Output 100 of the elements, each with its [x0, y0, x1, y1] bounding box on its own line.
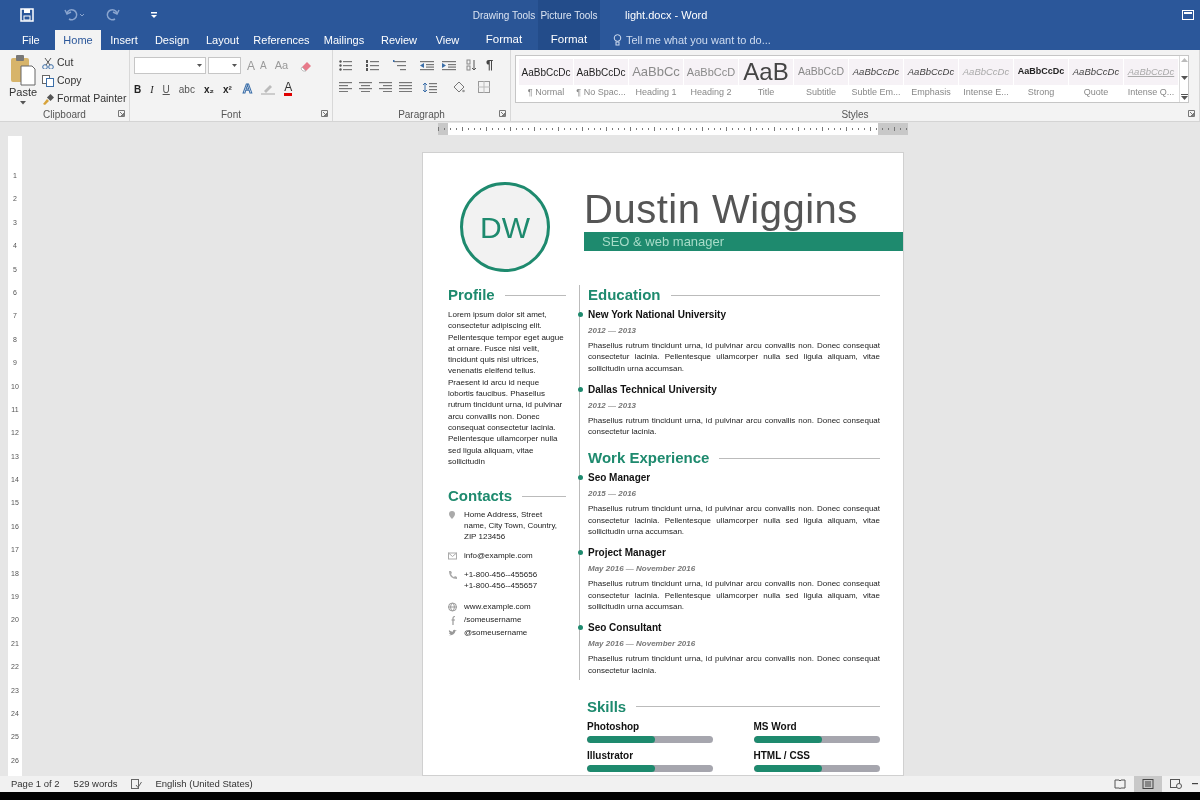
customize-toolbar-icon[interactable]: [150, 10, 158, 20]
caret-icon: [197, 64, 202, 67]
entry-description: Phasellus rutrum tincidunt urna, id pulvinar arcu convallis non. Donec consequat consectetur lacinia. Pellentesque ullamcorper nulla sed ligula aliquam, vitae sollicitudin urna accumsan.: [588, 340, 880, 374]
font-size-field[interactable]: [208, 57, 241, 74]
ribbon-tab[interactable]: View: [425, 30, 470, 50]
paint-bucket-icon[interactable]: [452, 81, 465, 93]
ribbon-tab[interactable]: Review: [373, 30, 425, 50]
ribbon-tab[interactable]: Design: [147, 30, 197, 50]
dialog-launcher-icon[interactable]: [118, 110, 125, 117]
section-heading: Profile: [448, 286, 495, 304]
ribbon-tab[interactable]: Format: [470, 30, 538, 50]
web-layout-icon[interactable]: [1170, 779, 1182, 789]
paintbrush-icon: [42, 92, 54, 105]
dialog-launcher-icon[interactable]: [1188, 110, 1195, 117]
contextual-group-label: Picture Tools: [539, 8, 599, 23]
ribbon-display-options-icon[interactable]: [1182, 10, 1194, 20]
section-heading: Skills: [587, 697, 627, 716]
word-count[interactable]: 529 words: [73, 776, 118, 792]
clipboard-command[interactable]: Copy: [42, 72, 127, 89]
numbered-list-icon[interactable]: [366, 59, 379, 71]
font-name-field[interactable]: [134, 57, 206, 74]
redo-icon[interactable]: [106, 8, 120, 22]
proofing-icon[interactable]: [131, 779, 143, 789]
undo-icon[interactable]: [64, 8, 86, 22]
section-heading: Work Experience: [588, 449, 710, 468]
align-right-icon[interactable]: [379, 82, 392, 92]
entry-description: Phasellus rutrum tincidunt urna, id pulvinar arcu convallis non. Donec consequat consectetur lacinia.: [588, 653, 880, 676]
print-layout-button[interactable]: [1134, 776, 1162, 792]
entry-title: Project Manager: [588, 546, 667, 560]
ribbon-tab[interactable]: Home: [55, 30, 101, 50]
caret-icon: [20, 101, 26, 105]
style-preview: AaBbCcDc: [962, 64, 1010, 79]
borders-icon[interactable]: [478, 81, 490, 93]
globe-icon: [448, 602, 458, 613]
format-button[interactable]: U: [162, 81, 170, 97]
paste-button[interactable]: Paste: [0, 50, 42, 107]
skill-name: MS Word: [753, 719, 798, 733]
justify-icon[interactable]: [399, 82, 412, 92]
sort-icon[interactable]: [466, 59, 478, 71]
dialog-launcher-icon[interactable]: [499, 110, 506, 117]
contact-text: www.example.com: [464, 601, 531, 613]
role-text: SEO & web manager: [602, 232, 725, 251]
window-title: light.docx - Word: [625, 7, 708, 23]
profile-text: Lorem ipsum dolor sit amet, consectetur adipiscing elit. Pellentesque tempor eget augue at ornare. Fusce nisi velit, tincidunt quis nisi ultrices, venenatis eleifend tellus. Praesent id arcu id neque lobortis faucibus. Phasellus rutrum tincidunt urna, id pulvinar arcu convallis non. Donec consequat consectetur lacinia. Pellentesque ullamcorper nulla sed ligula aliquam, vitae sollicitudin: [448, 309, 565, 468]
style-preview: AaBbCcDc: [521, 65, 571, 80]
style-preview: AaBbCcDc: [1017, 65, 1065, 79]
format-button[interactable]: x₂: [203, 81, 214, 97]
entry-description: Phasellus rutrum tincidunt urna, id pulvinar arcu convallis non. Donec consequat consectetur lacinia. Pellentesque ullamcorper nulla sed ligula aliquam, vitae sollicitudin urna accumsan.: [588, 578, 880, 613]
save-icon[interactable]: [20, 8, 34, 22]
eraser-icon[interactable]: [300, 59, 313, 72]
caret-icon: [232, 64, 237, 67]
multilevel-list-icon[interactable]: [393, 59, 406, 71]
increase-indent-icon[interactable]: [442, 59, 456, 71]
read-mode-icon[interactable]: [1114, 779, 1126, 789]
person-name: Dustin Wiggins: [584, 187, 859, 231]
ribbon-tab[interactable]: File: [0, 30, 55, 50]
tell-me-field[interactable]: Tell me what you want to do...: [613, 30, 1200, 50]
font-color-button[interactable]: A: [284, 82, 293, 96]
decrease-indent-icon[interactable]: [420, 59, 434, 71]
contact-text: info@example.com: [464, 550, 533, 562]
group-label: Font: [221, 107, 241, 122]
skill-name: Illustrator: [587, 748, 635, 762]
ribbon-tab[interactable]: References: [248, 30, 315, 50]
scroll-down-icon[interactable]: [1180, 76, 1188, 80]
format-button[interactable]: B: [134, 81, 142, 97]
show-formatting-marks-button[interactable]: ¶: [486, 55, 494, 75]
entry-title: Seo Manager: [588, 471, 652, 485]
entry-description: Phasellus rutrum tincidunt urna, id pulvinar arcu convallis non. Donec consequat consectetur lacinia.: [588, 414, 880, 438]
align-left-icon[interactable]: [339, 82, 352, 92]
format-button[interactable]: I: [150, 81, 154, 97]
clipboard-command[interactable]: Format Painter: [42, 90, 127, 107]
style-preview: AaBbCcDc: [852, 64, 900, 79]
style-preview: AaBbCcDc: [576, 65, 626, 80]
line-spacing-icon[interactable]: [423, 81, 437, 93]
language-indicator[interactable]: English (United States): [155, 776, 253, 792]
entry-dates: May 2016 — November 2016: [588, 564, 697, 575]
section-heading: Education: [588, 286, 661, 304]
style-preview: AaBbCcD: [797, 64, 845, 80]
dialog-launcher-icon[interactable]: [321, 110, 328, 117]
pin-icon: [448, 510, 458, 521]
contextual-group-label: Drawing Tools: [471, 8, 537, 23]
ribbon-tab[interactable]: Mailings: [315, 30, 373, 50]
style-preview: AaBbCcDc: [1127, 64, 1175, 79]
skill-name: HTML / CSS: [753, 748, 811, 762]
format-button[interactable]: abc: [178, 81, 195, 97]
clipboard-command[interactable]: Cut: [42, 54, 127, 71]
more-styles-icon[interactable]: [1180, 94, 1188, 100]
align-center-icon[interactable]: [359, 82, 372, 92]
ribbon-tab[interactable]: Format: [538, 30, 600, 50]
ribbon-tab[interactable]: Layout: [197, 30, 248, 50]
initials: DW: [480, 209, 530, 246]
ribbon-tab[interactable]: Insert: [101, 30, 147, 50]
horizontal-ruler[interactable]: [438, 123, 908, 135]
entry-dates: 2012 — 2013: [588, 326, 638, 336]
contact-text: +1-800-456--455656: [464, 569, 538, 581]
format-button[interactable]: x²: [222, 81, 232, 97]
page-count[interactable]: Page 1 of 2: [11, 776, 60, 792]
lightbulb-icon: [613, 34, 622, 46]
page-icon: [1142, 779, 1154, 789]
bulleted-list-icon[interactable]: [339, 59, 352, 71]
